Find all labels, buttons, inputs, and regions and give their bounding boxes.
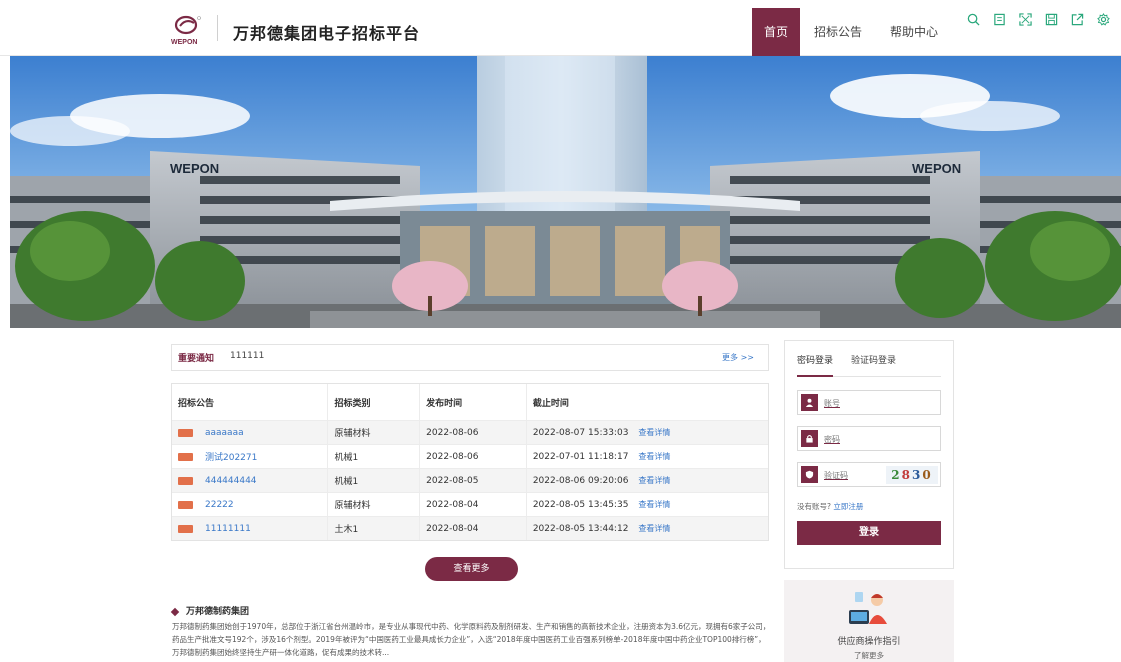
- captcha-field: 2830: [797, 462, 941, 487]
- col-header-deadline: 截止时间: [532, 398, 569, 409]
- nav-home[interactable]: 首页: [752, 8, 800, 56]
- tender-deadline: 2022-08-06 09:20:06: [532, 475, 629, 486]
- nav-tender-notices[interactable]: 招标公告: [800, 8, 876, 56]
- export-icon[interactable]: [1064, 8, 1090, 30]
- learn-more-link[interactable]: 了解更多: [784, 650, 954, 661]
- table-row: 测试202271 机械1 2022-08-06 2022-07-01 11:18…: [172, 444, 768, 468]
- account-input[interactable]: [824, 395, 904, 411]
- tender-category: 原辅材料: [328, 493, 421, 516]
- tender-category: 土木1: [328, 517, 421, 540]
- company-intro-text: 万邦德制药集团始创于1970年，总部位于浙江省台州温岭市，是专业从事现代中药、化…: [172, 622, 771, 657]
- site-title: 万邦德集团电子招标平台: [233, 24, 421, 43]
- tender-publish-date: 2022-08-04: [420, 517, 527, 540]
- document-icon[interactable]: [986, 8, 1012, 30]
- logo-divider: [217, 15, 218, 41]
- tender-category: 原辅材料: [328, 421, 421, 444]
- view-detail-link[interactable]: 查看详情: [638, 499, 670, 510]
- accessibility-toolbar: [960, 8, 1116, 30]
- table-row: aaaaaaa 原辅材料 2022-08-06 2022-08-07 15:33…: [172, 420, 768, 444]
- important-notice-bar: 重要通知 111111 更多 >>: [171, 344, 769, 371]
- new-badge-icon: [178, 524, 193, 533]
- tender-title-link[interactable]: 444444444: [205, 476, 257, 486]
- login-tabs: 密码登录 验证码登录: [797, 353, 941, 377]
- wepon-logo[interactable]: WEPON: [168, 14, 208, 46]
- new-badge-icon: [178, 476, 193, 485]
- user-icon: [801, 394, 818, 411]
- nav-help-center[interactable]: 帮助中心: [876, 8, 952, 56]
- tender-table: 招标公告 招标类别 发布时间 截止时间 aaaaaaa 原辅材料 2022-08…: [171, 383, 769, 541]
- lock-icon: [801, 430, 818, 447]
- main-nav: 首页 招标公告 帮助中心: [752, 8, 952, 56]
- tab-password-login[interactable]: 密码登录: [797, 353, 834, 377]
- login-button[interactable]: 登录: [797, 521, 941, 545]
- tender-title-link[interactable]: 22222: [205, 500, 234, 510]
- tab-code-login[interactable]: 验证码登录: [851, 353, 896, 377]
- col-header-category: 招标类别: [328, 384, 421, 420]
- tender-publish-date: 2022-08-04: [420, 493, 527, 516]
- settings-icon[interactable]: [1090, 8, 1116, 30]
- captcha-image[interactable]: 2830: [886, 466, 938, 484]
- login-panel: 密码登录 验证码登录 2830 没有账号? 立即注册 登录: [784, 340, 954, 569]
- col-header-title: 招标公告: [172, 384, 329, 420]
- table-header-row: 招标公告 招标类别 发布时间 截止时间: [172, 384, 768, 420]
- supplier-guide-title: 供应商操作指引: [837, 637, 901, 647]
- diamond-bullet-icon: [170, 607, 180, 616]
- view-detail-link[interactable]: 查看详情: [638, 451, 670, 462]
- search-icon[interactable]: [960, 8, 986, 30]
- tender-publish-date: 2022-08-06: [420, 421, 527, 444]
- company-name: 万邦德制药集团: [186, 607, 250, 617]
- tender-title-link[interactable]: 11111111: [205, 524, 251, 534]
- tender-publish-date: 2022-08-06: [420, 445, 527, 468]
- tender-deadline: 2022-08-07 15:33:03: [532, 427, 629, 438]
- tender-category: 机械1: [328, 445, 421, 468]
- account-field: [797, 390, 941, 415]
- notice-label: 重要通知: [178, 354, 215, 364]
- notice-text[interactable]: 111111: [230, 351, 264, 361]
- tender-deadline: 2022-07-01 11:18:17: [532, 451, 629, 462]
- tender-deadline: 2022-08-05 13:44:12: [532, 523, 629, 534]
- view-detail-link[interactable]: 查看详情: [638, 475, 670, 486]
- supplier-guide-card[interactable]: 供应商操作指引 了解更多: [784, 580, 954, 662]
- view-more-button[interactable]: 查看更多: [425, 557, 518, 581]
- new-badge-icon: [178, 428, 193, 437]
- register-prompt: 没有账号? 立即注册: [797, 501, 863, 512]
- view-detail-link[interactable]: 查看详情: [638, 523, 670, 534]
- table-row: 11111111 土木1 2022-08-04 2022-08-05 13:44…: [172, 516, 768, 540]
- notice-more-link[interactable]: 更多 >>: [722, 352, 754, 363]
- view-detail-link[interactable]: 查看详情: [638, 427, 670, 438]
- password-field: [797, 426, 941, 451]
- top-header: WEPON 万邦德集团电子招标平台 首页 招标公告 帮助中心: [0, 0, 1121, 56]
- customer-service-illustration-icon: [847, 588, 891, 628]
- password-input[interactable]: [824, 431, 904, 447]
- col-header-publish: 发布时间: [420, 384, 527, 420]
- no-account-text: 没有账号?: [797, 502, 831, 511]
- company-intro-title: 万邦德制药集团: [170, 604, 250, 617]
- shield-icon: [801, 466, 818, 483]
- table-row: 22222 原辅材料 2022-08-04 2022-08-05 13:45:3…: [172, 492, 768, 516]
- svg-text:WEPON: WEPON: [171, 39, 197, 46]
- new-badge-icon: [178, 500, 193, 509]
- svg-text:WEPON: WEPON: [170, 161, 219, 176]
- tender-publish-date: 2022-08-05: [420, 469, 527, 492]
- table-row: 444444444 机械1 2022-08-05 2022-08-06 09:2…: [172, 468, 768, 492]
- tender-title-link[interactable]: 测试202271: [205, 450, 257, 463]
- fullscreen-icon[interactable]: [1012, 8, 1038, 30]
- save-icon[interactable]: [1038, 8, 1064, 30]
- new-badge-icon: [178, 452, 193, 461]
- tender-title-link[interactable]: aaaaaaa: [205, 428, 244, 438]
- tender-deadline: 2022-08-05 13:45:35: [532, 499, 629, 510]
- hero-banner: WEPON WEPON: [10, 56, 1121, 328]
- register-link[interactable]: 立即注册: [833, 502, 863, 511]
- tender-category: 机械1: [328, 469, 421, 492]
- svg-text:WEPON: WEPON: [912, 161, 961, 176]
